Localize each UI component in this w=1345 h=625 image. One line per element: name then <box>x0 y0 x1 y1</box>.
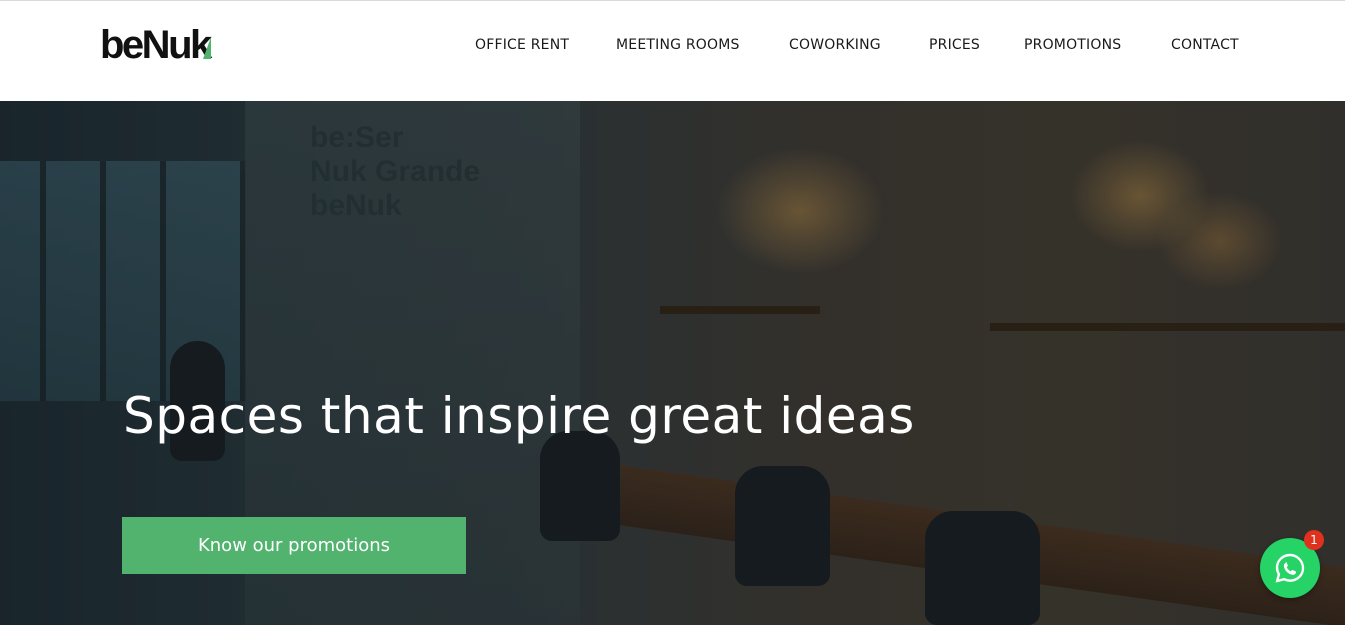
hero-headline: Spaces that inspire great ideas <box>123 387 915 445</box>
notification-badge: 1 <box>1304 530 1324 550</box>
nav-meeting-rooms[interactable]: MEETING ROOMS <box>616 37 740 53</box>
nav-prices[interactable]: PRICES <box>929 37 980 53</box>
nav-contact[interactable]: CONTACT <box>1171 37 1239 53</box>
whatsapp-icon <box>1275 553 1305 583</box>
main-nav: OFFICE RENT MEETING ROOMS COWORKING PRIC… <box>0 37 1345 57</box>
nav-coworking[interactable]: COWORKING <box>789 37 881 53</box>
promotions-cta-button[interactable]: Know our promotions <box>122 517 466 574</box>
nav-office-rent[interactable]: OFFICE RENT <box>475 37 569 53</box>
nav-promotions[interactable]: PROMOTIONS <box>1024 37 1121 53</box>
hero-banner: be:Ser Nuk Grande beNuk Spaces that inspir… <box>0 101 1345 625</box>
site-header: beNuk OFFICE RENT MEETING ROOMS COWORKIN… <box>0 0 1345 101</box>
